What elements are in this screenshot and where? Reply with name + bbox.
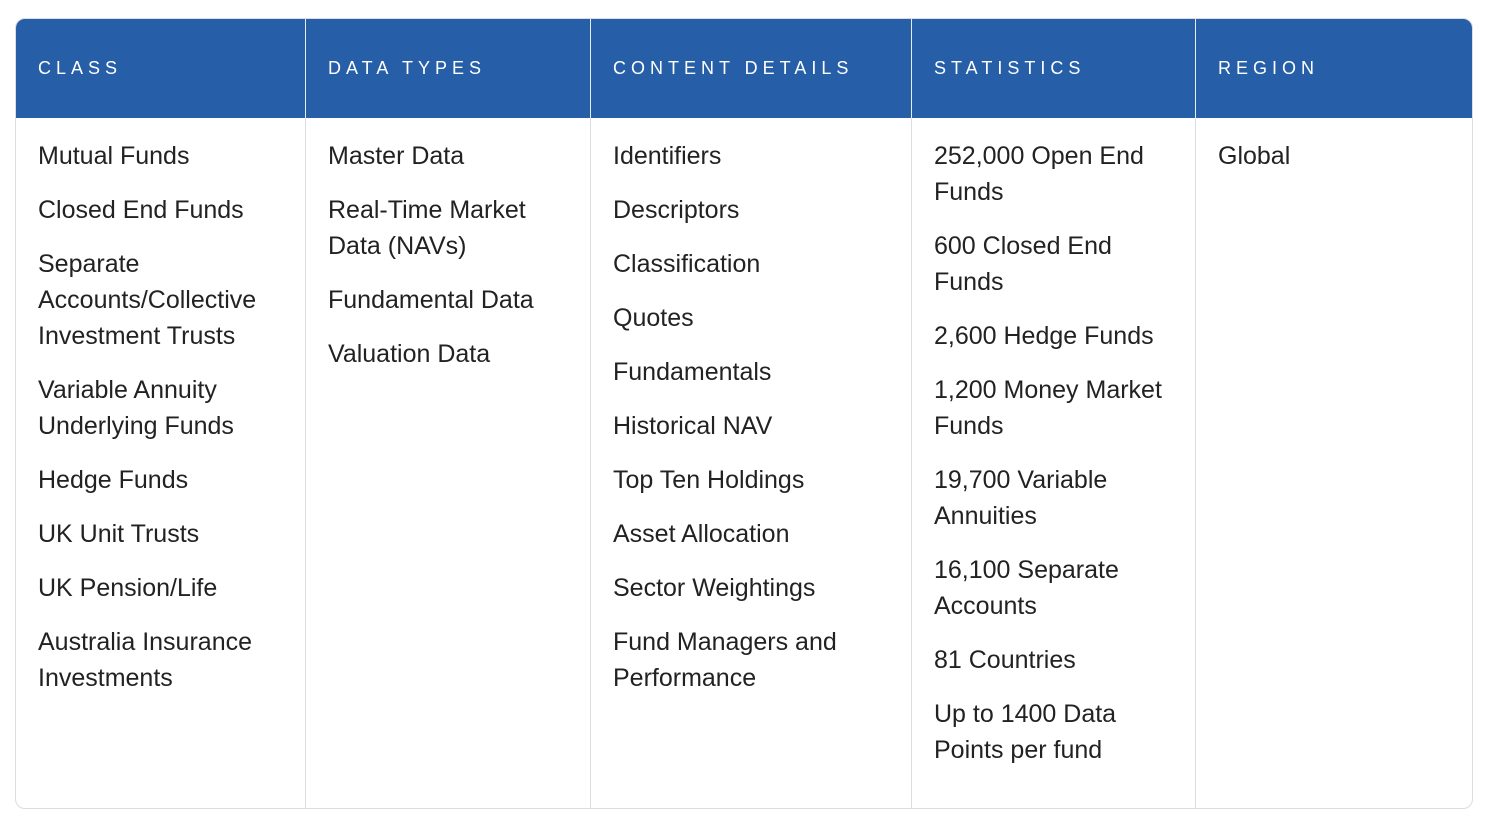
list-item: Hedge Funds — [38, 466, 189, 494]
column-class: CLASS Mutual Funds Closed End Funds Sepa… — [16, 19, 306, 808]
column-content-details: CONTENT DETAILS Identifiers Descriptors … — [591, 19, 912, 808]
column-header-region: REGION — [1196, 19, 1472, 118]
list-item: UK Pension/Life — [38, 574, 218, 602]
list-item: Valuation Data — [328, 340, 491, 368]
list-item: Closed End Funds — [38, 196, 244, 224]
list-item: 252,000 Open End Funds — [934, 142, 1144, 206]
list-item: Separate Accounts/Collective Investment … — [38, 250, 257, 350]
column-header-class: CLASS — [16, 19, 306, 118]
list-item: Historical NAV — [613, 412, 773, 440]
list-item: Australia Insurance Investments — [38, 628, 253, 692]
list-item: Top Ten Holdings — [613, 466, 805, 494]
list-item: Fund Managers and Performance — [613, 628, 837, 692]
column-body-content-details: Identifiers Descriptors Classification Q… — [591, 118, 911, 696]
list-item: 1,200 Money Market Funds — [934, 376, 1162, 440]
list-item: 19,700 Variable Annuities — [934, 466, 1108, 530]
column-header-statistics: STATISTICS — [912, 19, 1196, 118]
list-item: Real-Time Market Data (NAVs) — [328, 196, 526, 260]
list-item: 16,100 Separate Accounts — [934, 556, 1119, 620]
fund-data-table: CLASS Mutual Funds Closed End Funds Sepa… — [15, 18, 1473, 809]
list-item: Mutual Funds — [38, 142, 190, 170]
list-item: 81 Countries — [934, 646, 1076, 674]
list-item: Classification — [613, 250, 761, 278]
list-item: Sector Weightings — [613, 574, 816, 602]
column-body-data-types: Master Data Real-Time Market Data (NAVs)… — [306, 118, 590, 372]
list-item: Quotes — [613, 304, 694, 332]
list-item: Variable Annuity Underlying Funds — [38, 376, 234, 440]
column-header-content-details: CONTENT DETAILS — [591, 19, 912, 118]
column-region: REGION Global — [1196, 19, 1472, 808]
list-item: 600 Closed End Funds — [934, 232, 1112, 296]
list-item: UK Unit Trusts — [38, 520, 200, 548]
column-body-region: Global — [1196, 118, 1472, 174]
column-data-types: DATA TYPES Master Data Real-Time Market … — [306, 19, 591, 808]
list-item: Global — [1218, 142, 1291, 170]
list-item: Master Data — [328, 142, 465, 170]
list-item: Up to 1400 Data Points per fund — [934, 700, 1117, 764]
column-header-data-types: DATA TYPES — [306, 19, 591, 118]
list-item: 2,600 Hedge Funds — [934, 322, 1154, 350]
list-item: Fundamentals — [613, 358, 772, 386]
column-body-statistics: 252,000 Open End Funds 600 Closed End Fu… — [912, 118, 1195, 768]
list-item: Asset Allocation — [613, 520, 790, 548]
list-item: Identifiers — [613, 142, 722, 170]
list-item: Fundamental Data — [328, 286, 534, 314]
list-item: Descriptors — [613, 196, 740, 224]
column-statistics: STATISTICS 252,000 Open End Funds 600 Cl… — [912, 19, 1196, 808]
column-body-class: Mutual Funds Closed End Funds Separate A… — [16, 118, 305, 696]
